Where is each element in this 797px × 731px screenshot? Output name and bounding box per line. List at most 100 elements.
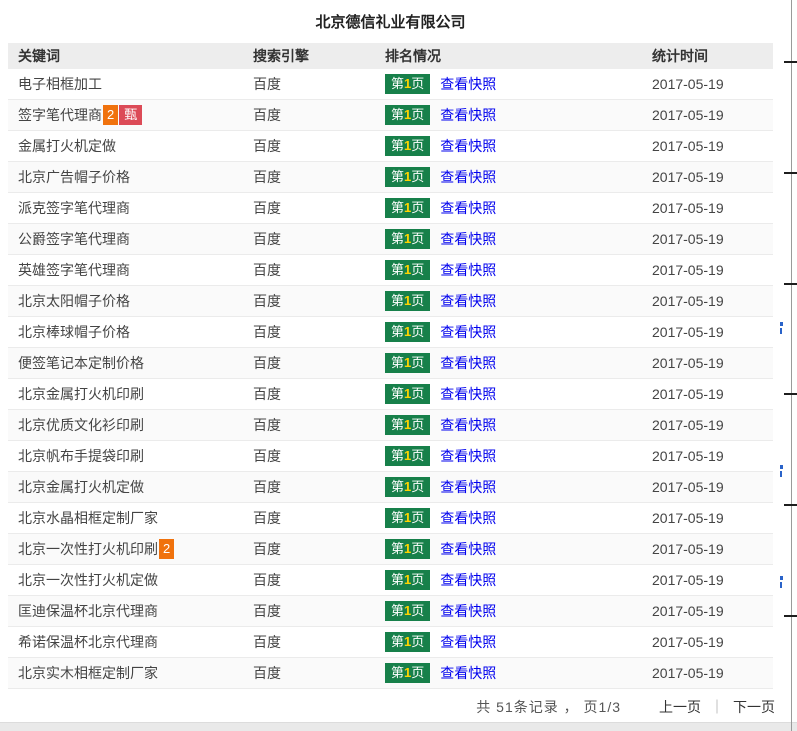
snapshot-link[interactable]: 查看快照: [440, 415, 496, 435]
rank-badge: 第1页: [385, 601, 431, 621]
next-page-link[interactable]: 下一页: [733, 697, 775, 717]
rank-suffix: 页: [411, 603, 425, 618]
rank-cell: 第1页 查看快照: [385, 353, 652, 373]
table-row: 北京一次性打火机定做 百度 第1页 查看快照 2017-05-19: [8, 565, 773, 596]
table-row: 北京棒球帽子价格 百度 第1页 查看快照 2017-05-19: [8, 317, 773, 348]
rank-badge: 第1页: [385, 229, 431, 249]
rank-suffix: 页: [411, 417, 425, 432]
keyword-text: 北京太阳帽子价格: [18, 293, 130, 309]
table-row: 北京太阳帽子价格 百度 第1页 查看快照 2017-05-19: [8, 286, 773, 317]
keyword-badge-red: 甄: [119, 105, 143, 125]
snapshot-link[interactable]: 查看快照: [440, 136, 496, 156]
snapshot-link[interactable]: 查看快照: [440, 74, 496, 94]
table-row: 北京实木相框定制厂家 百度 第1页 查看快照 2017-05-19: [8, 658, 773, 689]
rank-cell: 第1页 查看快照: [385, 601, 652, 621]
keywords-table: 关键词 搜索引擎 排名情况 统计时间 电子相框加工 百度 第1页 查看快照 20…: [8, 43, 773, 689]
keyword-cell: 北京金属打火机印刷: [8, 384, 253, 404]
keyword-text: 北京一次性打火机印刷: [18, 541, 158, 557]
snapshot-link[interactable]: 查看快照: [440, 477, 496, 497]
date-cell: 2017-05-19: [652, 76, 724, 92]
date-cell: 2017-05-19: [652, 510, 724, 526]
engine-cell: 百度: [253, 107, 281, 123]
snapshot-link[interactable]: 查看快照: [440, 291, 496, 311]
keyword-cell: 北京棒球帽子价格: [8, 322, 253, 342]
table-row: 便签笔记本定制价格 百度 第1页 查看快照 2017-05-19: [8, 348, 773, 379]
keyword-cell: 电子相框加工: [8, 74, 253, 94]
snapshot-link[interactable]: 查看快照: [440, 260, 496, 280]
table-row: 公爵签字笔代理商 百度 第1页 查看快照 2017-05-19: [8, 224, 773, 255]
rank-suffix: 页: [411, 107, 425, 122]
engine-cell: 百度: [253, 510, 281, 526]
rank-prefix: 第: [391, 355, 405, 370]
engine-cell: 百度: [253, 386, 281, 402]
right-border-line: [791, 0, 792, 731]
snapshot-link[interactable]: 查看快照: [440, 229, 496, 249]
rank-suffix: 页: [411, 169, 425, 184]
keyword-text: 北京实木相框定制厂家: [18, 665, 158, 681]
snapshot-link[interactable]: 查看快照: [440, 105, 496, 125]
table-body: 电子相框加工 百度 第1页 查看快照 2017-05-19 签字笔代理商 2 甄 百…: [8, 69, 773, 689]
engine-cell: 百度: [253, 262, 281, 278]
date-cell: 2017-05-19: [652, 324, 724, 340]
rank-badge: 第1页: [385, 74, 431, 94]
engine-cell: 百度: [253, 448, 281, 464]
clipped-blue-text-fragment: [780, 576, 784, 589]
header-keyword: 关键词: [18, 48, 60, 64]
date-cell: 2017-05-19: [652, 231, 724, 247]
rank-cell: 第1页 查看快照: [385, 322, 652, 342]
rank-cell: 第1页 查看快照: [385, 105, 652, 125]
rank-prefix: 第: [391, 107, 405, 122]
rank-suffix: 页: [411, 231, 425, 246]
date-cell: 2017-05-19: [652, 107, 724, 123]
rank-cell: 第1页 查看快照: [385, 415, 652, 435]
engine-cell: 百度: [253, 634, 281, 650]
date-cell: 2017-05-19: [652, 603, 724, 619]
rank-badge: 第1页: [385, 105, 431, 125]
clipped-blue-text-fragment: [780, 322, 784, 335]
ruler-tick: [784, 615, 797, 617]
engine-cell: 百度: [253, 200, 281, 216]
keyword-text: 北京金属打火机印刷: [18, 386, 144, 402]
snapshot-link[interactable]: 查看快照: [440, 632, 496, 652]
prev-page-link[interactable]: 上一页: [659, 697, 701, 717]
date-cell: 2017-05-19: [652, 448, 724, 464]
rank-prefix: 第: [391, 417, 405, 432]
ruler-tick: [784, 61, 797, 63]
engine-cell: 百度: [253, 355, 281, 371]
rank-suffix: 页: [411, 572, 425, 587]
rank-badge: 第1页: [385, 570, 431, 590]
table-row: 电子相框加工 百度 第1页 查看快照 2017-05-19: [8, 69, 773, 100]
rank-badge: 第1页: [385, 632, 431, 652]
rank-badge: 第1页: [385, 384, 431, 404]
snapshot-link[interactable]: 查看快照: [440, 384, 496, 404]
ruler-tick: [784, 504, 797, 506]
engine-cell: 百度: [253, 665, 281, 681]
rank-prefix: 第: [391, 386, 405, 401]
header-search-engine: 搜索引擎: [253, 48, 309, 64]
snapshot-link[interactable]: 查看快照: [440, 446, 496, 466]
snapshot-link[interactable]: 查看快照: [440, 198, 496, 218]
snapshot-link[interactable]: 查看快照: [440, 539, 496, 559]
snapshot-link[interactable]: 查看快照: [440, 508, 496, 528]
pagination: 上一页 ｜ 下一页: [659, 697, 775, 717]
page-title: 北京德信礼业有限公司: [315, 14, 466, 31]
rank-cell: 第1页 查看快照: [385, 229, 652, 249]
snapshot-link[interactable]: 查看快照: [440, 167, 496, 187]
table-footer: 共 51条记录 ， 页1/3 上一页 ｜ 下一页: [8, 692, 775, 722]
rank-badge: 第1页: [385, 260, 431, 280]
snapshot-link[interactable]: 查看快照: [440, 322, 496, 342]
snapshot-link[interactable]: 查看快照: [440, 601, 496, 621]
rank-suffix: 页: [411, 479, 425, 494]
horizontal-scrollbar[interactable]: [0, 722, 797, 731]
keyword-cell: 英雄签字笔代理商: [8, 260, 253, 280]
header-stat-time: 统计时间: [652, 48, 708, 64]
snapshot-link[interactable]: 查看快照: [440, 570, 496, 590]
rank-prefix: 第: [391, 324, 405, 339]
keyword-text: 金属打火机定做: [18, 138, 116, 154]
date-cell: 2017-05-19: [652, 634, 724, 650]
rank-cell: 第1页 查看快照: [385, 663, 652, 683]
snapshot-link[interactable]: 查看快照: [440, 353, 496, 373]
snapshot-link[interactable]: 查看快照: [440, 663, 496, 683]
keyword-text: 公爵签字笔代理商: [18, 231, 130, 247]
engine-cell: 百度: [253, 541, 281, 557]
